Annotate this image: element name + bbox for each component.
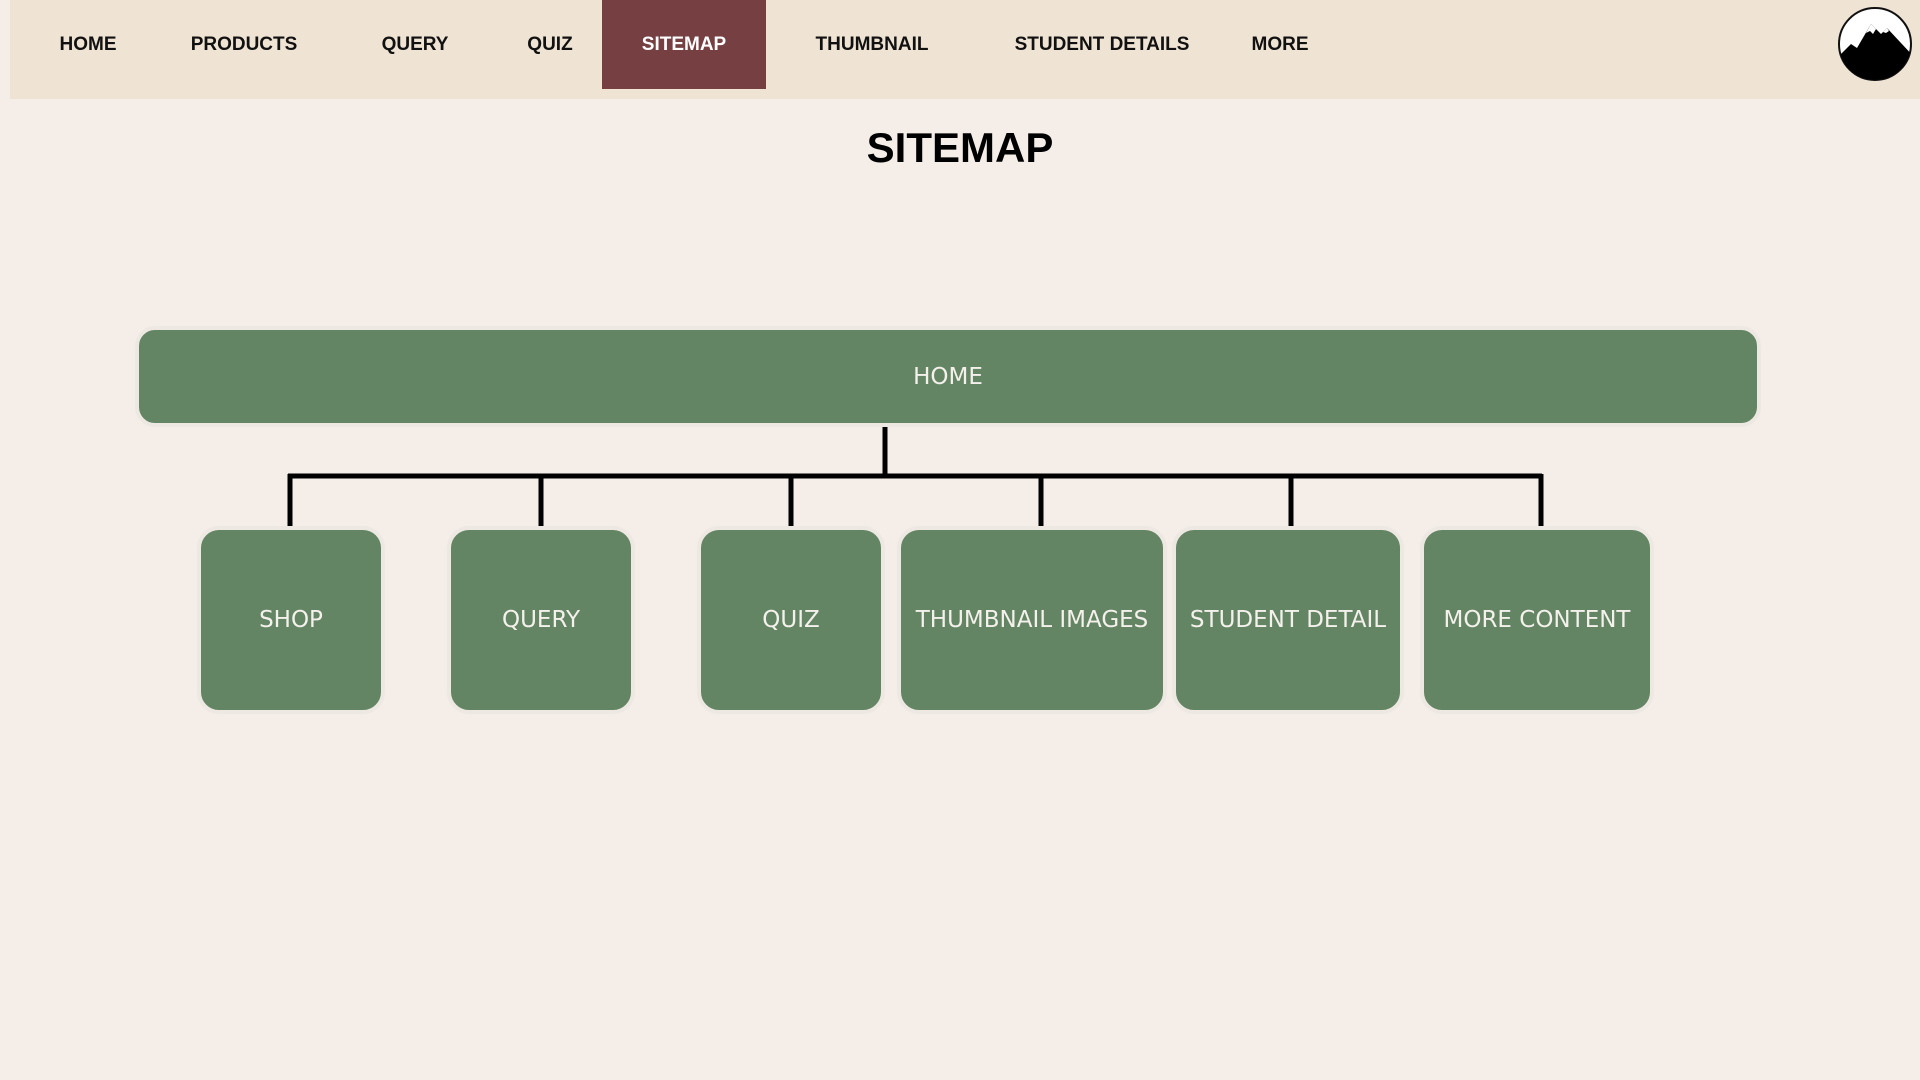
sitemap-node-home[interactable]: HOME xyxy=(135,326,1761,427)
sitemap-node-student-detail[interactable]: STUDENT DETAIL xyxy=(1172,526,1404,714)
sitemap-node-query[interactable]: QUERY xyxy=(447,526,635,714)
sitemap-node-more-content[interactable]: MORE CONTENT xyxy=(1420,526,1654,714)
sitemap-node-shop[interactable]: SHOP xyxy=(197,526,385,714)
sitemap-node-quiz[interactable]: QUIZ xyxy=(697,526,885,714)
sitemap-node-thumbnail-images[interactable]: THUMBNAIL IMAGES xyxy=(897,526,1167,714)
